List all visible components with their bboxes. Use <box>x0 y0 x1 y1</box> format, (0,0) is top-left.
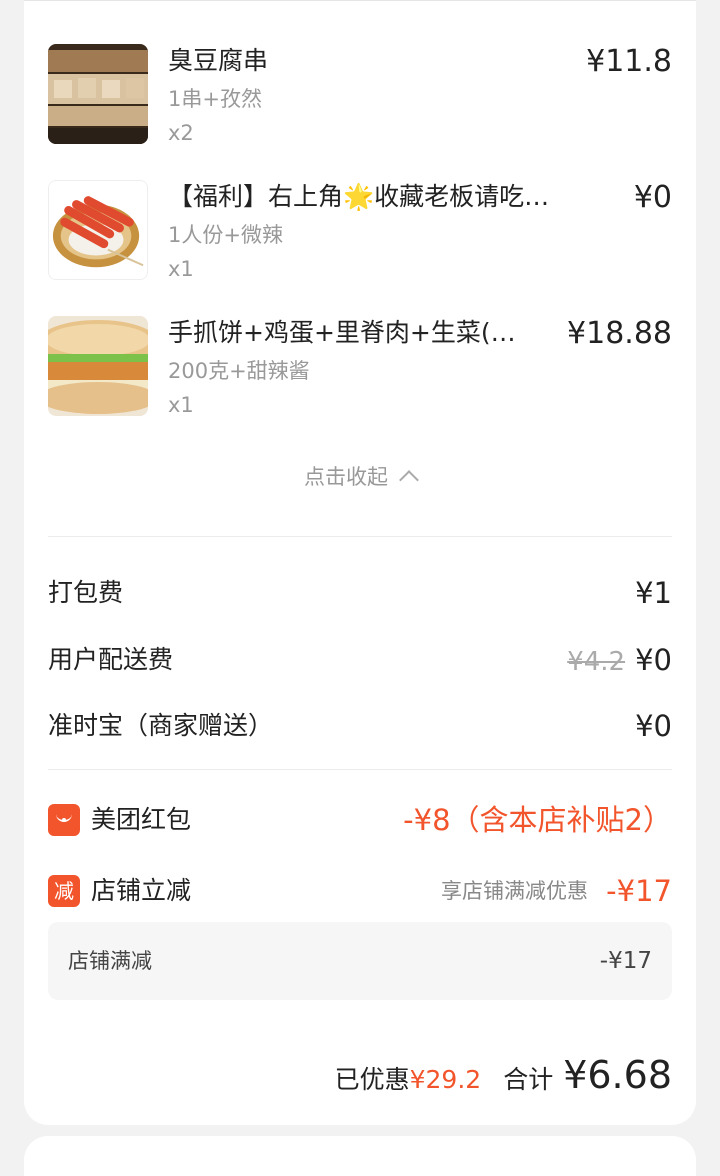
item-spec: 1串+孜然 <box>168 87 262 111</box>
packing-fee-label: 打包费 <box>48 578 124 607</box>
next-card-edge <box>24 1136 696 1176</box>
store-discount-label: 店铺立减 <box>91 876 192 905</box>
delivery-fee-row: 用户配送费 ¥4.2 ¥0 <box>48 640 672 680</box>
discount-badge-icon: 减 <box>48 875 80 907</box>
order-item: 【福利】右上角🌟收藏老板请吃… 1人份+微辣 x1 ¥0 <box>48 180 672 281</box>
ontime-guarantee-value: ¥0 <box>635 709 672 743</box>
ontime-guarantee-row: 准时宝（商家赠送） ¥0 <box>48 706 672 746</box>
item-image-pancake <box>48 316 148 416</box>
order-item: 臭豆腐串 1串+孜然 x2 ¥11.8 <box>48 44 672 145</box>
item-image-sausage <box>48 180 148 280</box>
total-label: 合计 <box>503 1065 554 1094</box>
store-discount-value: -¥17 <box>606 874 672 908</box>
total-amount: ¥6.68 <box>563 1053 672 1097</box>
store-discount-row[interactable]: 减 店铺立减 享店铺满减优惠 -¥17 <box>48 871 672 911</box>
ontime-guarantee-label: 准时宝（商家赠送） <box>48 711 274 740</box>
delivery-fee-value: ¥0 <box>635 643 672 677</box>
discount-detail-box: 店铺满减 -¥17 <box>48 922 672 1000</box>
divider <box>48 536 672 537</box>
delivery-fee-label: 用户配送费 <box>48 645 174 674</box>
red-envelope-icon <box>48 804 80 836</box>
discount-detail-label: 店铺满减 <box>68 949 152 973</box>
item-price: ¥0 <box>633 180 672 215</box>
item-quantity: x2 <box>168 121 194 145</box>
order-total-row: 已优惠¥29.2 合计 ¥6.68 <box>335 1053 672 1105</box>
item-name: 【福利】右上角🌟收藏老板请吃… <box>168 182 550 211</box>
chevron-up-icon <box>399 470 419 490</box>
divider <box>48 769 672 770</box>
collapse-label: 点击收起 <box>304 465 388 489</box>
item-name: 臭豆腐串 <box>168 46 269 75</box>
discount-detail-value: -¥17 <box>599 948 652 974</box>
saved-amount: ¥29.2 <box>409 1065 482 1094</box>
item-spec: 1人份+微辣 <box>168 223 283 247</box>
item-quantity: x1 <box>168 393 194 417</box>
packing-fee-value: ¥1 <box>635 576 672 610</box>
item-quantity: x1 <box>168 257 194 281</box>
item-price: ¥11.8 <box>586 44 672 79</box>
delivery-fee-original: ¥4.2 <box>567 647 626 677</box>
store-discount-note: 享店铺满减优惠 <box>441 879 588 903</box>
delivery-fee-value-group: ¥4.2 ¥0 <box>567 640 672 682</box>
item-spec: 200克+甜辣酱 <box>168 359 310 383</box>
item-image-stinky-tofu <box>48 44 148 144</box>
item-name: 手抓饼+鸡蛋+里脊肉+生菜(… <box>168 318 516 347</box>
red-packet-value: -¥8（含本店补贴2） <box>403 803 672 837</box>
order-detail-card: 臭豆腐串 1串+孜然 x2 ¥11.8 【福利】右上角🌟收藏老板请吃… 1人份+… <box>24 0 696 1125</box>
saved-label: 已优惠 <box>334 1065 410 1094</box>
red-packet-label: 美团红包 <box>91 805 192 834</box>
order-item: 手抓饼+鸡蛋+里脊肉+生菜(… 200克+甜辣酱 x1 ¥18.88 <box>48 316 672 417</box>
collapse-items-button[interactable]: 点击收起 <box>24 459 696 495</box>
red-packet-row[interactable]: 美团红包 -¥8（含本店补贴2） <box>48 800 672 840</box>
item-price: ¥18.88 <box>567 316 672 351</box>
packing-fee-row: 打包费 ¥1 <box>48 573 672 613</box>
